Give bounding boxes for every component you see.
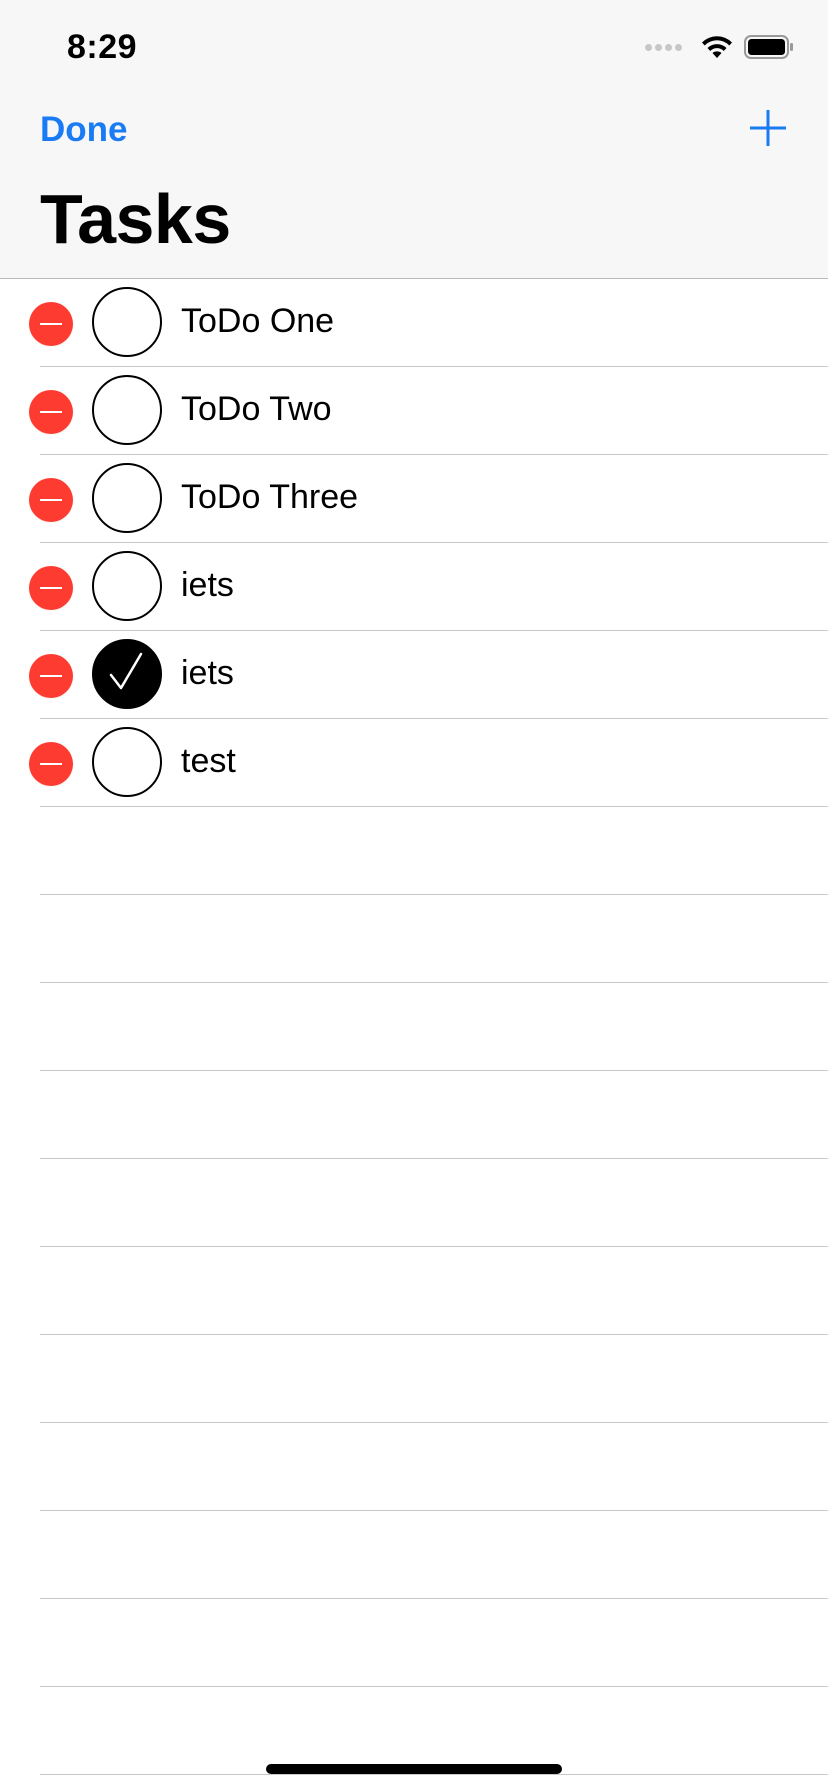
task-row[interactable]: ToDo Three (0, 455, 828, 543)
task-row[interactable]: iets (0, 543, 828, 631)
empty-row (0, 1687, 828, 1775)
task-row[interactable]: ToDo One (0, 279, 828, 367)
empty-row (0, 895, 828, 983)
cellular-signal-icon (645, 43, 682, 51)
empty-row (0, 1247, 828, 1335)
delete-icon[interactable] (29, 302, 73, 346)
delete-icon[interactable] (29, 478, 73, 522)
task-label: ToDo Two (181, 390, 332, 428)
task-row[interactable]: test (0, 719, 828, 807)
empty-row (0, 1071, 828, 1159)
delete-icon[interactable] (29, 566, 73, 610)
navigation-header: 8:29 Done Tasks (0, 0, 828, 279)
wifi-icon (702, 36, 732, 58)
unchecked-circle-icon[interactable] (92, 375, 162, 445)
status-icons (645, 34, 794, 60)
unchecked-circle-icon[interactable] (92, 727, 162, 797)
add-task-button[interactable] (748, 108, 788, 148)
task-label: test (181, 742, 236, 780)
empty-row (0, 1159, 828, 1247)
delete-icon[interactable] (29, 654, 73, 698)
empty-row (0, 1335, 828, 1423)
task-label: ToDo One (181, 302, 335, 340)
empty-row (0, 807, 828, 895)
status-time: 8:29 (67, 28, 138, 66)
plus-icon (750, 110, 786, 146)
empty-row (0, 983, 828, 1071)
page-title: Tasks (40, 180, 231, 258)
task-row[interactable]: iets (0, 631, 828, 719)
done-button[interactable]: Done (40, 110, 128, 150)
unchecked-circle-icon[interactable] (92, 551, 162, 621)
home-indicator[interactable] (266, 1764, 562, 1774)
battery-icon (744, 35, 793, 59)
checked-circle-icon[interactable] (92, 639, 162, 709)
unchecked-circle-icon[interactable] (92, 287, 162, 357)
delete-icon[interactable] (29, 742, 73, 786)
task-label: iets (181, 654, 234, 692)
empty-row (0, 1511, 828, 1599)
empty-row (0, 1599, 828, 1687)
task-list: ToDo One ToDo Two ToDo Three iets iets test (0, 279, 828, 1775)
delete-icon[interactable] (29, 390, 73, 434)
unchecked-circle-icon[interactable] (92, 463, 162, 533)
task-label: ToDo Three (181, 478, 359, 516)
task-label: iets (181, 566, 234, 604)
task-row[interactable]: ToDo Two (0, 367, 828, 455)
empty-row (0, 1423, 828, 1511)
checkmark-icon (109, 652, 143, 690)
